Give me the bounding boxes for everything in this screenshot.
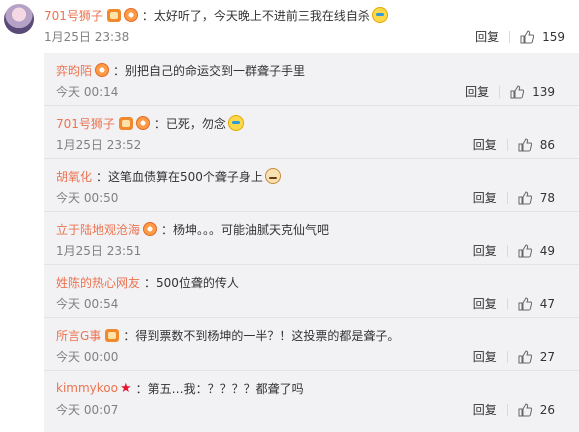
comment-time: 1月25日 23:38 [44,29,130,44]
divider [506,138,508,151]
reply-button[interactable]: 回复 [473,295,497,312]
reply-username[interactable]: kimmykoo [56,381,118,395]
reply-button[interactable]: 回复 [473,348,497,365]
reply-button[interactable]: 回复 [473,189,497,206]
reply-time: 今天 00:54 [56,296,119,311]
reply-button[interactable]: 回复 [465,83,489,100]
like-count: 78 [539,190,555,205]
reply-text: ：已死，勿念 [153,116,226,131]
reply-time: 1月25日 23:52 [56,137,142,152]
reply-item: 701号狮子 ：已死，勿念 1月25日 23:52 回复 86 [44,106,579,159]
like-count: 26 [539,402,555,417]
thumbs-up-icon[interactable] [510,84,525,99]
thumbs-up-icon[interactable] [520,29,535,44]
vip-badge-icon[interactable] [95,63,110,77]
reply-item: 弈昀陌 ：别把自己的命运交到一群聋子手里 今天 00:14 回复 139 [44,53,579,106]
vip-badge-icon[interactable] [135,116,150,130]
reply-username[interactable]: 弈昀陌 [56,62,92,79]
reply-time: 1月25日 23:51 [56,243,142,258]
crying-emoji-icon [371,7,388,23]
thumbs-up-icon[interactable] [518,349,532,364]
reply-time: 今天 00:07 [56,402,119,417]
reply-item: 立于陆地观沧海 ：杨坤。。。可能油腻天克仙气吧 1月25日 23:51 回复 4… [44,212,579,265]
thumbs-up-icon[interactable] [518,190,532,205]
reply-text: ：500位聋的传人 [144,275,239,290]
reply-item: kimmykoo ★ ：第五…我：？？？？都聋了吗 今天 00:07 回复 26 [44,371,579,424]
like-count: 86 [539,137,555,152]
divider [509,30,511,43]
divider [506,297,508,310]
reply-username[interactable]: 701号狮子 [56,115,115,132]
reply-item: 胡氧化 ：这笔血债算在500个聋子身上 今天 00:50 回复 78 [44,159,579,212]
reply-button[interactable]: 回复 [473,136,497,153]
reply-time: 今天 00:14 [56,84,119,99]
reply-text: ：第五…我：？？？？都聋了吗 [135,381,304,396]
reply-username[interactable]: 胡氧化 [56,168,92,185]
reply-item: 姓陈的热心网友 ：500位聋的传人 今天 00:54 回复 47 [44,265,579,318]
like-count: 159 [542,29,565,44]
comment-username[interactable]: 701号狮子 [44,7,103,24]
like-count: 49 [539,243,555,258]
member-badge-icon[interactable] [106,8,121,22]
reply-button[interactable]: 回复 [473,401,497,418]
divider [506,191,508,204]
reply-username[interactable]: 所言G事 [56,327,101,344]
reply-username[interactable]: 立于陆地观沧海 [56,221,140,238]
divider [506,244,508,257]
replies-panel: 弈昀陌 ：别把自己的命运交到一群聋子手里 今天 00:14 回复 139 701… [44,53,579,432]
reply-button[interactable]: 回复 [475,28,499,45]
divider [506,403,508,416]
reply-text: ：这笔血债算在500个聋子身上 [96,169,263,184]
thumbs-up-icon[interactable] [518,296,532,311]
like-count: 27 [539,349,555,364]
crying-emoji-icon [227,115,244,131]
dog-emoji-icon [264,168,281,184]
thumbs-up-icon[interactable] [518,243,532,258]
reply-time: 今天 00:00 [56,349,119,364]
divider [499,85,501,98]
main-comment: 701号狮子 ：太好听了，今天晚上不进前三我在线自杀 1月25日 23:38 回… [0,0,579,50]
thumbs-up-icon[interactable] [518,402,532,417]
divider [506,350,508,363]
reply-username[interactable]: 姓陈的热心网友 [56,274,140,291]
reply-item: 所言G事 ：得到票数不到杨坤的一半？！这投票的都是聋子。 今天 00:00 回复… [44,318,579,371]
member-badge-icon[interactable] [105,328,120,342]
vip-badge-icon[interactable] [143,222,158,236]
comment-text: ：太好听了，今天晚上不进前三我在线自杀 [141,8,370,23]
thumbs-up-icon[interactable] [518,137,532,152]
avatar[interactable] [4,4,34,34]
member-badge-icon[interactable] [118,116,133,130]
vip-badge-icon[interactable] [123,8,138,22]
star-icon[interactable]: ★ [120,381,132,396]
reply-time: 今天 00:50 [56,190,119,205]
like-count: 139 [532,84,555,99]
reply-button[interactable]: 回复 [473,242,497,259]
reply-text: ：得到票数不到杨坤的一半？！这投票的都是聋子。 [123,328,400,343]
like-count: 47 [539,296,555,311]
reply-text: ：杨坤。。。可能油腻天克仙气吧 [161,222,330,237]
reply-text: ：别把自己的命运交到一群聋子手里 [113,63,306,78]
